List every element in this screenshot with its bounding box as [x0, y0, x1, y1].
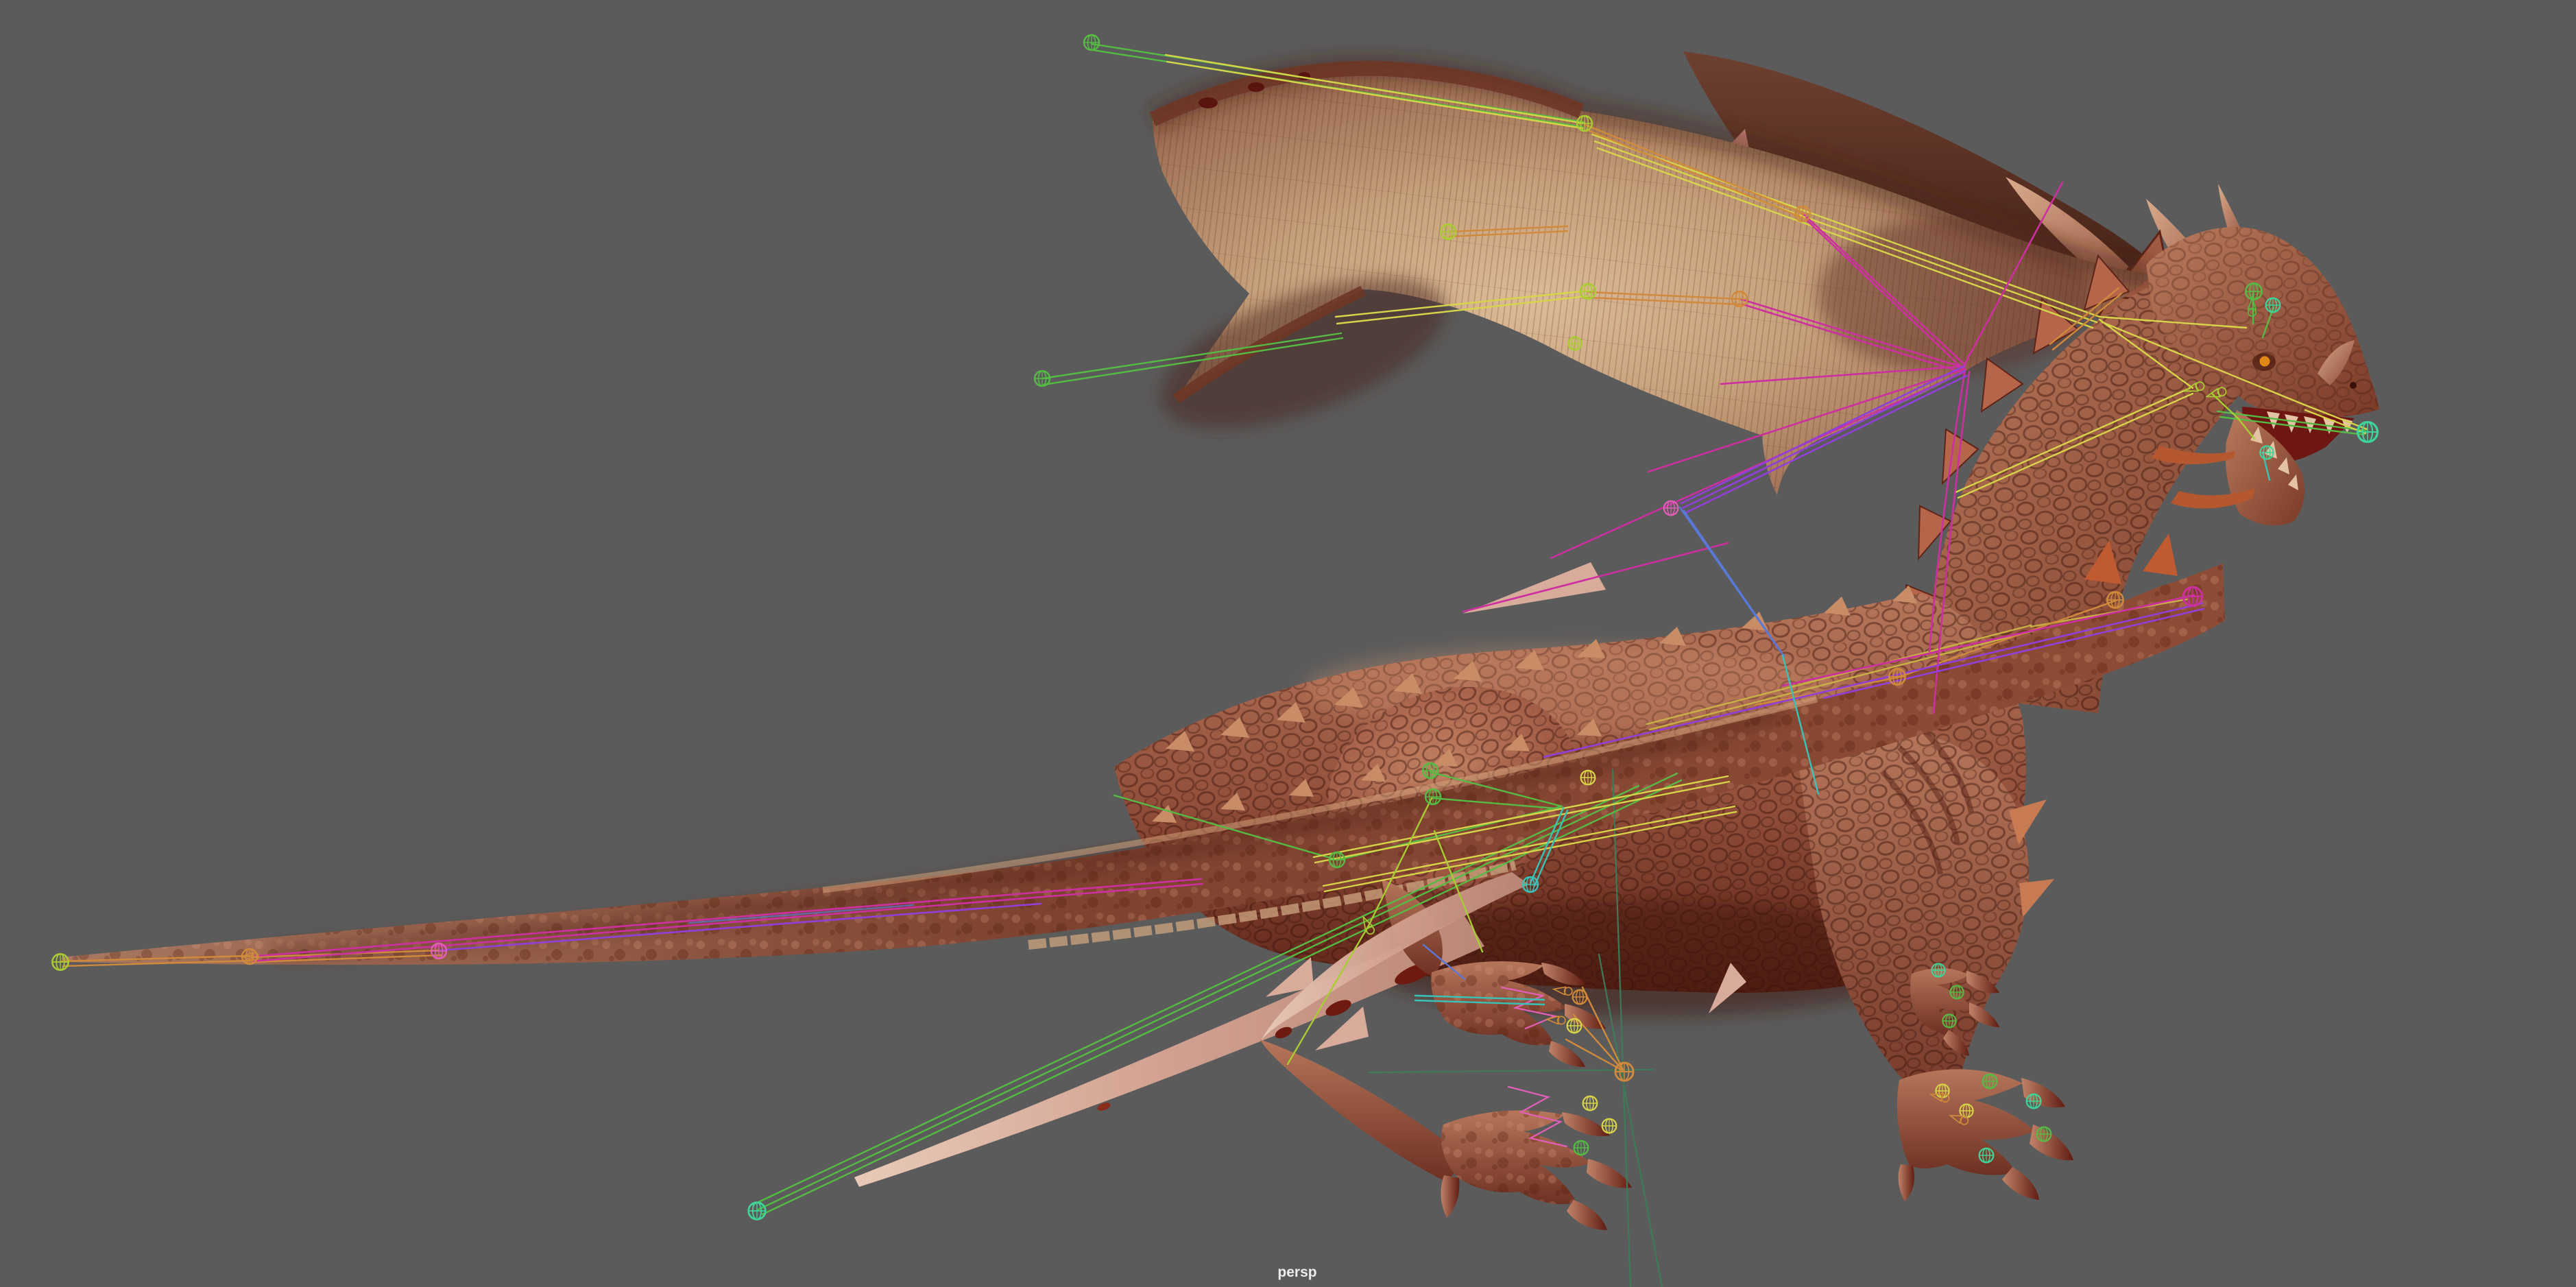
rig-control-circle[interactable] [1978, 1147, 1995, 1164]
rig-control-circle[interactable] [1580, 769, 1596, 786]
rig-control-circle[interactable] [2036, 1126, 2052, 1142]
rig-control-circle[interactable] [2265, 297, 2281, 313]
rig-control-circle[interactable] [1663, 500, 1679, 516]
rig-control-circle[interactable] [1567, 336, 1582, 351]
rig-control-circle[interactable] [1572, 989, 1588, 1005]
rig-control-circle[interactable] [1521, 876, 1539, 893]
rig-control-circle[interactable] [1439, 223, 1457, 241]
rig-control-circle[interactable] [2259, 445, 2274, 460]
rig-control-circle[interactable] [747, 1201, 767, 1220]
rig-control-circle[interactable] [1033, 370, 1051, 387]
rig-control-circle[interactable] [2025, 1093, 2042, 1109]
rig-control-circle[interactable] [1614, 1061, 1635, 1082]
rig-control-circle[interactable] [1794, 205, 1811, 223]
rig-control-circle[interactable] [1731, 290, 1748, 308]
rig-control-circle[interactable] [1582, 1095, 1598, 1111]
rig-control-circle[interactable] [2245, 282, 2263, 300]
rig-control-circle[interactable] [1573, 1140, 1589, 1156]
rig-control-circle[interactable] [2106, 591, 2124, 609]
viewport-canvas[interactable]: persp [0, 0, 2576, 1287]
rig-control-circle[interactable] [1888, 668, 1906, 686]
rig-control-circle[interactable] [1328, 851, 1346, 869]
rig-control-circle[interactable] [1601, 1118, 1617, 1134]
eye [2259, 356, 2270, 367]
camera-label: persp [1277, 1264, 1316, 1280]
rig-control-circle[interactable] [51, 953, 69, 971]
rig-control-circle[interactable] [430, 942, 448, 960]
nostril [2350, 382, 2357, 389]
3d-viewport[interactable]: persp [0, 0, 2576, 1287]
rig-control-circle[interactable] [1083, 34, 1100, 51]
rig-control-circle[interactable] [1576, 115, 1593, 132]
rig-control-circle[interactable] [1942, 1013, 1957, 1029]
rig-control-circle[interactable] [1949, 985, 1964, 1000]
rig-control-circle[interactable] [1579, 282, 1597, 300]
rig-control-circle[interactable] [1424, 788, 1442, 806]
rig-control-circle[interactable] [2182, 586, 2204, 608]
rig-control-circle[interactable] [241, 948, 258, 965]
rig-control-circle[interactable] [1421, 762, 1439, 780]
rig-control-circle[interactable] [1931, 963, 1946, 978]
rig-control-circle[interactable] [2356, 420, 2379, 444]
rig-control-circle[interactable] [1566, 1018, 1582, 1034]
rig-control-circle[interactable] [1982, 1073, 1998, 1090]
